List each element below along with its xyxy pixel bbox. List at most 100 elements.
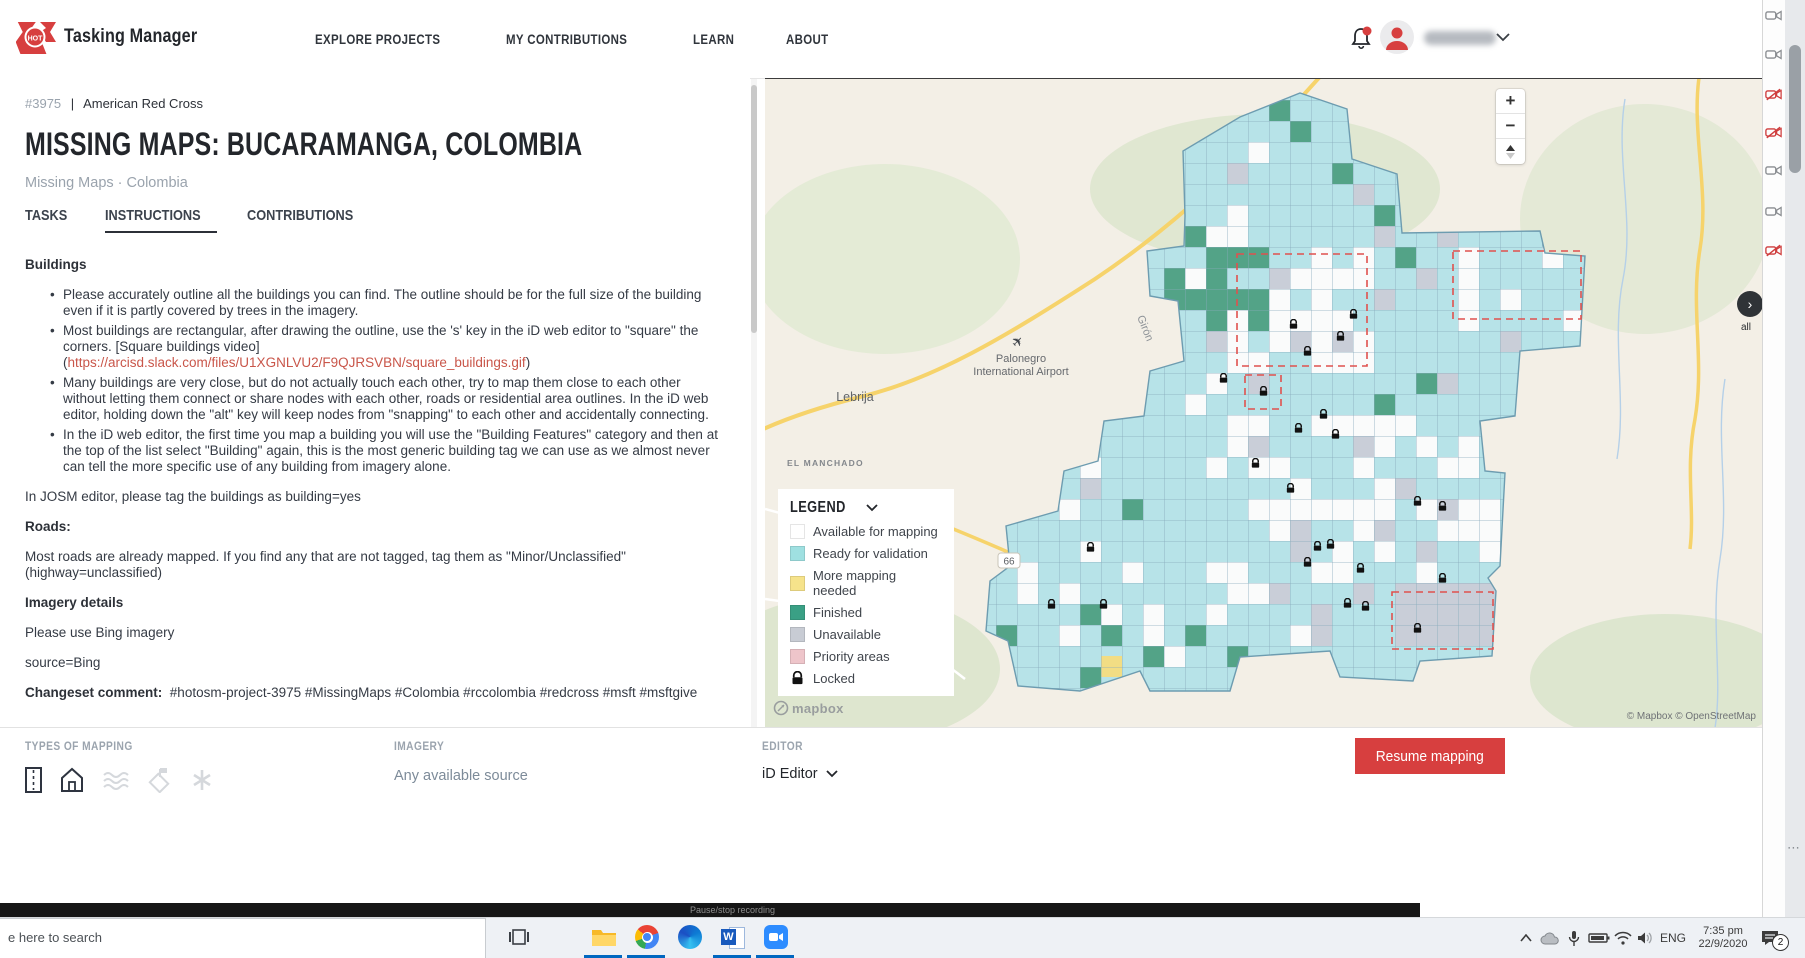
types-of-mapping-label: TYPES OF MAPPING bbox=[25, 739, 133, 753]
legend-header[interactable]: LEGEND bbox=[790, 499, 942, 517]
mapbox-logo[interactable]: mapbox bbox=[773, 700, 844, 716]
more-mapping-swatch bbox=[790, 576, 805, 591]
square-buildings-video-link[interactable]: https://arcisd.slack.com/files/U1XGNLVU2… bbox=[68, 355, 526, 370]
notification-count-badge: 2 bbox=[1772, 934, 1789, 951]
map-legend: LEGEND Available for mapping Ready for v… bbox=[778, 489, 954, 696]
breadcrumb: #3975 | American Red Cross bbox=[25, 96, 725, 111]
word-icon[interactable]: W bbox=[719, 923, 747, 951]
project-id[interactable]: #3975 bbox=[25, 96, 61, 111]
imagery-heading: Imagery details bbox=[25, 595, 123, 610]
scrollbar-more-dots[interactable]: ⋯ bbox=[1787, 840, 1801, 856]
nav-item-my-contributions[interactable]: MY CONTRIBUTIONS bbox=[506, 32, 649, 47]
legend-item-ready: Ready for validation bbox=[790, 546, 942, 561]
bullet-outline-buildings: Please accurately outline all the buildi… bbox=[63, 287, 725, 319]
recording-toolbar-text: Pause/stop recording bbox=[690, 905, 775, 915]
campaign-link[interactable]: Missing Maps bbox=[25, 175, 114, 191]
screen: HOT Tasking Manager EXPLORE PROJECTS MY … bbox=[0, 0, 1805, 958]
tray-chevron-up-icon[interactable] bbox=[1516, 918, 1536, 958]
legend-item-available: Available for mapping bbox=[790, 524, 942, 539]
project-map[interactable]: ✈ Palonegro International Airport Lebrij… bbox=[765, 78, 1762, 728]
language-indicator[interactable]: ENG bbox=[1656, 918, 1690, 958]
user-menu-chevron-down-icon[interactable] bbox=[1496, 33, 1510, 42]
chrome-icon[interactable] bbox=[633, 923, 661, 951]
wifi-icon[interactable] bbox=[1612, 918, 1634, 958]
buildings-heading: Buildings bbox=[25, 257, 87, 272]
land-use-icon bbox=[147, 767, 173, 793]
pitch-arrows-icon bbox=[1505, 145, 1516, 159]
battery-icon[interactable] bbox=[1586, 918, 1612, 958]
imagery-text: Please use Bing imagery bbox=[25, 625, 725, 641]
nav-item-about[interactable]: ABOUT bbox=[786, 32, 836, 47]
camera-off-icon[interactable] bbox=[1765, 87, 1782, 102]
top-navbar: HOT Tasking Manager EXPLORE PROJECTS MY … bbox=[0, 0, 1762, 79]
waterways-icon bbox=[102, 769, 130, 791]
buildings-icon bbox=[59, 767, 85, 793]
panel-scrollbar-thumb[interactable] bbox=[751, 85, 757, 333]
unavailable-swatch bbox=[790, 627, 805, 642]
svg-text:Lebrija: Lebrija bbox=[836, 390, 874, 404]
microphone-icon[interactable] bbox=[1564, 918, 1584, 958]
notifications-bell-icon[interactable] bbox=[1349, 26, 1373, 52]
speaker-icon[interactable] bbox=[1634, 918, 1656, 958]
bottom-action-bar: TYPES OF MAPPING bbox=[0, 727, 1762, 903]
lock-icon bbox=[790, 671, 805, 686]
recording-toolbar[interactable]: Pause/stop recording bbox=[0, 903, 1420, 917]
collapse-panel-button[interactable]: › bbox=[1737, 291, 1762, 317]
instructions-content: Buildings Please accurately outline all … bbox=[25, 257, 725, 701]
collapse-panel-label: all bbox=[1741, 322, 1751, 333]
camera-icon[interactable] bbox=[1765, 47, 1782, 62]
legend-chevron-down-icon bbox=[866, 504, 878, 512]
bullet-close-buildings: Many buildings are very close, but do no… bbox=[63, 375, 725, 423]
bullet-building-features: In the iD web editor, the first time you… bbox=[63, 427, 725, 475]
person-icon bbox=[1380, 20, 1414, 54]
mapbox-icon bbox=[773, 700, 789, 716]
edge-icon[interactable] bbox=[676, 923, 704, 951]
taskbar-clock[interactable]: 7:35 pm 22/9/2020 bbox=[1692, 918, 1754, 958]
app-title[interactable]: Tasking Manager bbox=[64, 26, 221, 48]
compass-pitch-button[interactable] bbox=[1496, 139, 1525, 164]
project-organisation: American Red Cross bbox=[83, 96, 203, 111]
camera-icon[interactable] bbox=[1765, 204, 1782, 219]
zoom-in-button[interactable]: + bbox=[1496, 89, 1525, 114]
username-blurred bbox=[1424, 31, 1496, 45]
tab-tasks[interactable]: TASKS bbox=[25, 207, 75, 233]
editor-dropdown[interactable]: iD Editor bbox=[762, 766, 838, 782]
priority-swatch bbox=[790, 649, 805, 664]
changeset-comment: Changeset comment: #hotosm-project-3975 … bbox=[25, 685, 725, 701]
page-scrollbar-thumb[interactable] bbox=[1789, 45, 1801, 173]
taskbar-search-input[interactable]: e here to search bbox=[0, 918, 486, 958]
svg-text:International Airport: International Airport bbox=[973, 366, 1068, 378]
country-link[interactable]: Colombia bbox=[127, 175, 188, 191]
camera-off-icon[interactable] bbox=[1765, 125, 1782, 140]
other-mapping-icon bbox=[190, 768, 214, 792]
camera-icon[interactable] bbox=[1765, 8, 1782, 23]
user-avatar[interactable] bbox=[1380, 20, 1414, 54]
file-explorer-icon[interactable] bbox=[590, 923, 618, 951]
finished-swatch bbox=[790, 605, 805, 620]
roads-heading: Roads: bbox=[25, 519, 71, 534]
camera-off-icon[interactable] bbox=[1765, 243, 1782, 258]
mapping-type-icons bbox=[25, 767, 214, 793]
roads-icon bbox=[25, 767, 42, 793]
onedrive-cloud-icon[interactable] bbox=[1538, 918, 1562, 958]
nav-item-learn[interactable]: LEARN bbox=[693, 32, 742, 47]
map-zoom-controls: + − bbox=[1496, 89, 1525, 164]
resume-mapping-button[interactable]: Resume mapping bbox=[1355, 738, 1505, 774]
legend-item-locked: Locked bbox=[790, 671, 942, 686]
zoom-out-button[interactable]: − bbox=[1496, 114, 1525, 139]
editor-label: EDITOR bbox=[762, 739, 803, 753]
tab-contributions[interactable]: CONTRIBUTIONS bbox=[247, 207, 372, 233]
map-attribution[interactable]: © Mapbox © OpenStreetMap bbox=[1627, 711, 1756, 722]
hot-logo-icon[interactable]: HOT bbox=[16, 20, 58, 56]
imagery-label: IMAGERY bbox=[394, 739, 444, 753]
zoom-app-icon[interactable] bbox=[762, 923, 790, 951]
tab-instructions[interactable]: INSTRUCTIONS bbox=[105, 207, 218, 233]
project-subtitle: Missing Maps · Colombia bbox=[25, 175, 725, 191]
windows-taskbar: e here to search bbox=[0, 917, 1805, 958]
editor-chevron-down-icon bbox=[826, 770, 838, 778]
nav-item-explore-projects[interactable]: EXPLORE PROJECTS bbox=[315, 32, 462, 47]
source-text: source=Bing bbox=[25, 655, 725, 671]
camera-icon[interactable] bbox=[1765, 163, 1782, 178]
task-view-icon[interactable] bbox=[505, 923, 533, 951]
roads-text: Most roads are already mapped. If you fi… bbox=[25, 549, 725, 581]
